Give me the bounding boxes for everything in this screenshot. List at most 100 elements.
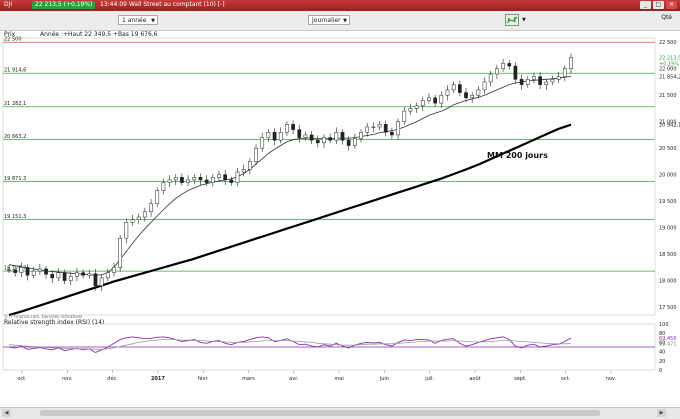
- candle-body: [340, 132, 345, 141]
- candle-body: [525, 79, 530, 85]
- candle-body: [112, 267, 116, 273]
- y-tick-label: 18 500: [659, 252, 677, 258]
- level-label: 21 282,1: [4, 101, 26, 107]
- candle-body: [562, 68, 567, 77]
- candle-body: [390, 132, 394, 136]
- candle-body: [217, 174, 221, 178]
- level-label: 19 151,3: [4, 214, 26, 220]
- x-tick-label: déc.: [107, 375, 118, 382]
- x-tick-label: août: [469, 375, 480, 382]
- x-tick-label: nov.: [606, 376, 617, 382]
- candle-body: [50, 273, 55, 279]
- candle-body: [173, 177, 178, 181]
- x-tick-label: oct.: [561, 376, 571, 382]
- scroll-right-icon[interactable]: ▶: [657, 409, 666, 417]
- candle-body: [229, 179, 234, 183]
- candle-body: [124, 222, 129, 239]
- candle-body: [371, 126, 376, 129]
- candle-body: [457, 84, 462, 93]
- candle-body: [507, 63, 512, 67]
- y-tick-label: 17 500: [659, 305, 677, 311]
- candle-body: [433, 97, 437, 104]
- candle-body: [136, 216, 141, 220]
- price-chart: 17 500 18 000 18 500 19 000 19 500 20 000 20 5…: [2, 31, 680, 382]
- candle-body: [427, 97, 431, 101]
- candle-body: [550, 79, 555, 83]
- candle-body: [210, 177, 215, 183]
- candle-body: [38, 268, 42, 272]
- close-button[interactable]: ✕: [666, 1, 677, 9]
- maximize-button[interactable]: □: [653, 1, 664, 9]
- candle-body: [7, 269, 11, 272]
- scroll-left-icon[interactable]: ◀: [2, 409, 11, 417]
- x-tick-label: sept.: [514, 376, 527, 382]
- scrollbar-thumb[interactable]: [40, 410, 600, 416]
- interval-select-value: Journalier: [312, 17, 341, 24]
- y-tick-label: 19 000: [659, 226, 677, 232]
- rsi-label: Relative strength index (RSI) (14): [4, 319, 104, 326]
- x-tick-label: mai: [334, 376, 343, 382]
- candle-body: [396, 121, 400, 136]
- rsi-value-label: 55,471: [659, 342, 677, 348]
- minimize-button[interactable]: _: [640, 1, 651, 9]
- x-tick-label: juin: [379, 376, 389, 382]
- interval-select[interactable]: Journalier ▼: [308, 15, 350, 25]
- candle-body: [192, 177, 197, 181]
- time-scrollbar[interactable]: ◀ ▶: [0, 407, 680, 419]
- candle-body: [99, 277, 104, 287]
- symbol-label: DJI: [4, 1, 13, 8]
- candle-body: [513, 65, 518, 80]
- level-label: 20 663,2: [4, 134, 26, 140]
- candle-body: [75, 272, 79, 277]
- candle-body: [25, 267, 30, 276]
- candle-body: [130, 219, 135, 223]
- rsi-y-tick-label: 40: [659, 350, 665, 356]
- candle-body: [241, 169, 246, 173]
- x-tick-label: mars: [242, 376, 255, 382]
- candle-body: [285, 124, 289, 133]
- candle-body: [569, 57, 573, 69]
- candle-body: [470, 94, 475, 99]
- candle-body: [68, 276, 73, 281]
- candle-body: [464, 92, 468, 99]
- candle-body: [19, 267, 24, 273]
- candle-body: [538, 76, 542, 85]
- candle-body: [532, 76, 536, 80]
- candle-body: [414, 105, 419, 109]
- window-titlebar: DJI 22 213,5 (+0,19%) 13:44:09 Wall Stre…: [0, 0, 680, 11]
- candle-body: [31, 270, 36, 276]
- candle-body: [495, 68, 499, 75]
- candle-body: [420, 100, 425, 107]
- candle-body: [451, 84, 456, 91]
- period-select-value: 1 année: [122, 17, 147, 24]
- candle-body: [235, 171, 240, 183]
- x-tick-label: juil.: [424, 376, 434, 382]
- period-select[interactable]: 1 année ▼: [118, 15, 158, 25]
- x-tick-label: oct.: [17, 376, 27, 382]
- candle-body: [501, 63, 505, 69]
- candle-body: [291, 124, 295, 130]
- candle-body: [352, 138, 357, 146]
- candle-body: [297, 129, 302, 138]
- rsi-y-tick-label: 0: [659, 368, 662, 374]
- chevron-down-icon: ▼: [151, 18, 155, 24]
- candle-body: [56, 272, 61, 279]
- chart-type-icon[interactable]: [505, 14, 519, 26]
- candle-body: [155, 190, 160, 205]
- candle-body: [445, 89, 450, 96]
- candle-body: [149, 203, 153, 212]
- price-y-axis: 17 500 18 000 18 500 19 000 19 500 20 000 20 5…: [659, 40, 680, 311]
- x-tick-label: avr.: [289, 376, 299, 382]
- candle-body: [519, 79, 524, 85]
- candle-body: [439, 94, 444, 104]
- chevron-down-icon[interactable]: ▼: [522, 17, 526, 23]
- candle-body: [105, 272, 110, 279]
- candle-body: [198, 177, 203, 181]
- y-tick-label: 21 500: [659, 93, 677, 99]
- y-tick-label: 22 500: [659, 40, 677, 46]
- candle-body: [346, 139, 351, 146]
- candle-body: [248, 161, 252, 170]
- candle-body: [167, 179, 172, 183]
- candle-body: [13, 269, 18, 273]
- y-tick-label: 19 500: [659, 199, 677, 205]
